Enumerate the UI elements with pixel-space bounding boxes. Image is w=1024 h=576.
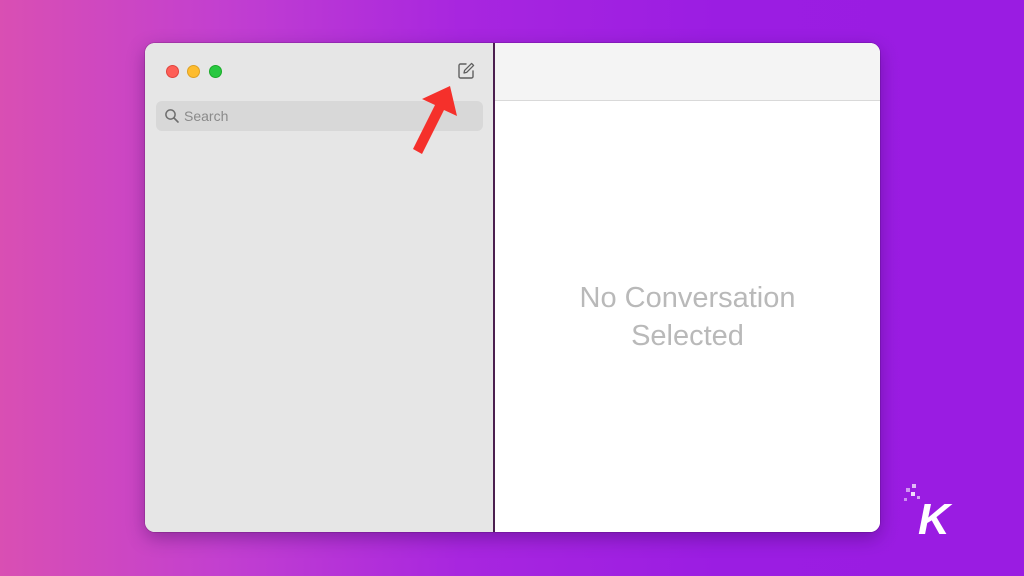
search-input[interactable] (184, 101, 474, 131)
compose-icon (458, 62, 475, 79)
sidebar (145, 43, 493, 532)
window-minimize-button[interactable] (187, 65, 200, 78)
empty-state-message: No Conversation Selected (495, 279, 880, 355)
conversation-pane: No Conversation Selected (495, 43, 880, 532)
search-icon (165, 109, 179, 123)
window-close-button[interactable] (166, 65, 179, 78)
compose-button[interactable] (454, 59, 478, 83)
brand-logo-letter: K (918, 495, 953, 542)
window-zoom-button[interactable] (209, 65, 222, 78)
empty-state-line-2: Selected (631, 320, 744, 352)
search-field[interactable] (156, 101, 483, 131)
messages-window: No Conversation Selected (145, 43, 880, 532)
conversation-header (495, 43, 880, 101)
brand-logo-icon: K (904, 484, 953, 542)
empty-state-line-1: No Conversation (579, 282, 796, 314)
